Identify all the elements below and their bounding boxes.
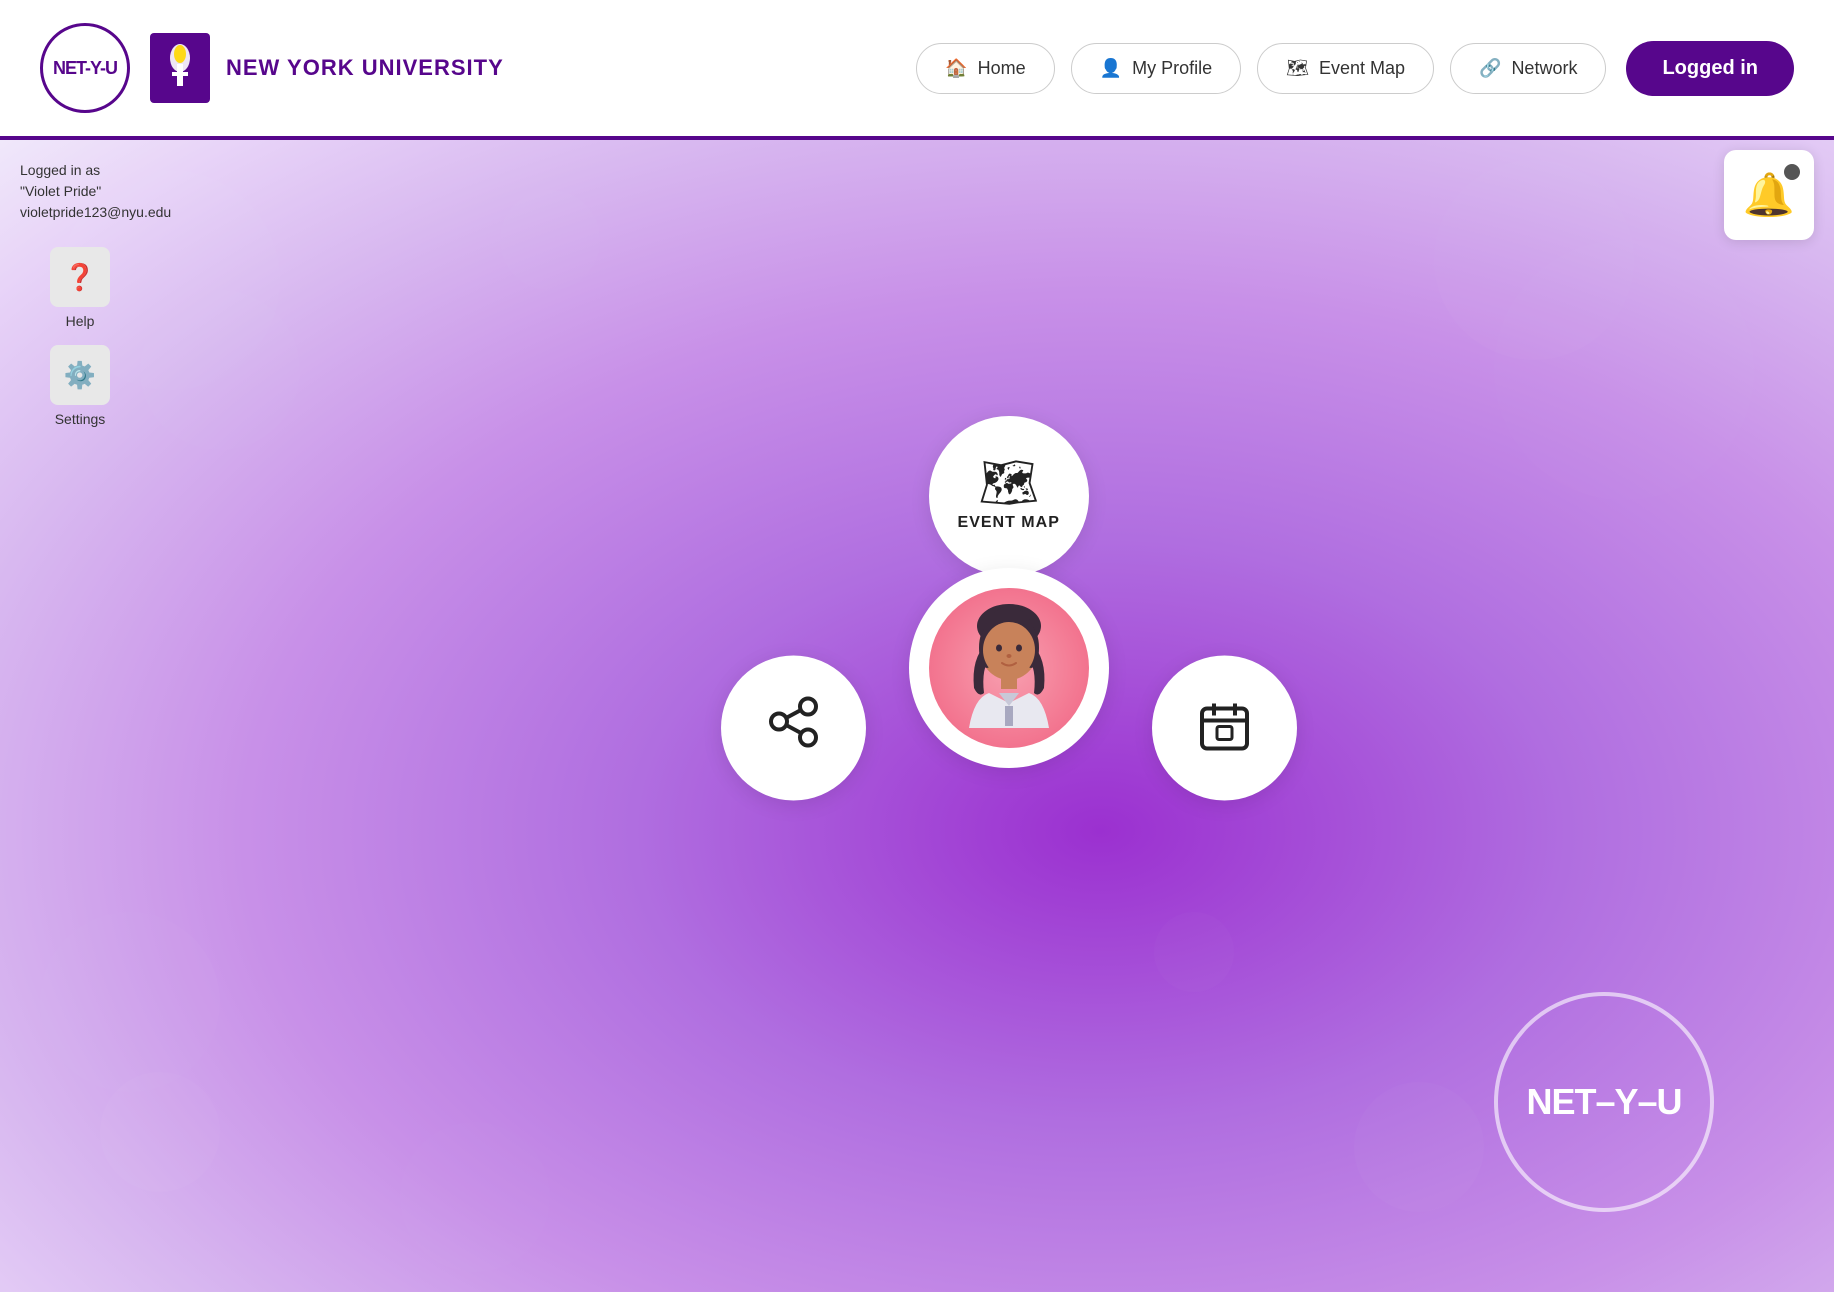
nyu-logo: NEW YORK UNIVERSITY (150, 33, 504, 103)
bokeh-10 (400, 1122, 550, 1272)
sidebar-help-label: Help (66, 313, 95, 329)
net-y-u-logo[interactable]: NET-Y-U (40, 23, 130, 113)
main-background: 🗺 EVENT MAP (0, 140, 1834, 1292)
sidebar: Logged in as "Violet Pride" violetpride1… (0, 140, 160, 1292)
nav-event-map[interactable]: 🗺 Event Map (1257, 43, 1434, 94)
university-name: NEW YORK UNIVERSITY (226, 55, 504, 81)
event-map-icon: 🗺 (978, 460, 1039, 508)
sidebar-item-settings[interactable]: ⚙️ Settings (10, 345, 150, 427)
avatar-image (909, 568, 1109, 768)
bokeh-6 (1494, 240, 1754, 500)
hub-container: 🗺 EVENT MAP (709, 416, 1309, 1016)
calendar-button[interactable] (1152, 656, 1297, 801)
avatar-button[interactable] (909, 568, 1109, 768)
bokeh-2 (140, 290, 300, 450)
notification-button[interactable]: 🔔 (1724, 150, 1814, 240)
nav-my-profile[interactable]: 👤 My Profile (1071, 43, 1241, 94)
watermark: NET–Y–U (1494, 992, 1714, 1212)
logo-area: NET-Y-U NEW YORK UNIVERSITY (40, 23, 504, 113)
logged-in-button[interactable]: Logged in (1626, 41, 1794, 96)
settings-icon: ⚙️ (50, 345, 110, 405)
nav-links: 🏠 Home 👤 My Profile 🗺 Event Map 🔗 Networ… (916, 43, 1606, 94)
bokeh-7 (1354, 1082, 1484, 1212)
sidebar-settings-label: Settings (55, 411, 106, 427)
calendar-icon (1197, 698, 1252, 758)
event-map-nav-icon: 🗺 (1286, 58, 1309, 79)
avatar-svg (929, 588, 1089, 768)
notification-dot (1784, 164, 1800, 180)
profile-icon: 👤 (1100, 58, 1122, 79)
share-icon (766, 694, 821, 762)
user-logged-as: Logged in as "Violet Pride" (20, 160, 140, 202)
share-button[interactable] (721, 656, 866, 801)
event-map-label: EVENT MAP (958, 514, 1060, 532)
user-info: Logged in as "Violet Pride" violetpride1… (10, 160, 150, 223)
event-map-button[interactable]: 🗺 EVENT MAP (929, 416, 1089, 576)
user-email: violetpride123@nyu.edu (20, 202, 140, 223)
watermark-text: NET–Y–U (1526, 1081, 1681, 1123)
nyu-torch-icon (150, 33, 210, 103)
sidebar-item-help[interactable]: ❓ Help (10, 247, 150, 329)
nav-home[interactable]: 🏠 Home (916, 43, 1054, 94)
nav-network[interactable]: 🔗 Network (1450, 43, 1606, 94)
header: NET-Y-U NEW YORK UNIVERSITY 🏠 Home 👤 My … (0, 0, 1834, 140)
help-icon: ❓ (50, 247, 110, 307)
network-icon: 🔗 (1479, 58, 1501, 79)
bokeh-8 (500, 190, 600, 290)
home-icon: 🏠 (945, 58, 967, 79)
